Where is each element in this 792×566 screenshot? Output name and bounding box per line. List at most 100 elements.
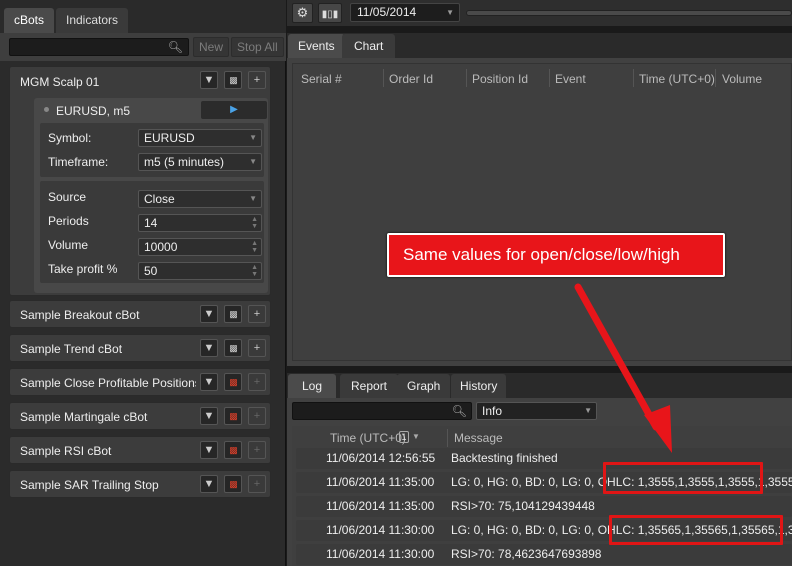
add-button[interactable]: + xyxy=(248,339,266,357)
chart-button[interactable]: ▮▯▮ xyxy=(318,3,342,23)
tab-events[interactable]: Events xyxy=(288,34,345,58)
param-take-profit-stepper[interactable]: 50 ▲ ▼ xyxy=(138,262,262,280)
stepper-arrows-icon[interactable]: ▲ ▼ xyxy=(251,240,258,254)
col-order-id[interactable]: Order Id xyxy=(389,72,433,86)
sort-desc-icon[interactable]: ▼ xyxy=(412,432,420,441)
col-position-id[interactable]: Position Id xyxy=(472,72,528,86)
log-time: 11/06/2014 12:56:55 xyxy=(326,451,436,465)
add-instance-button[interactable]: ▩ xyxy=(224,71,242,89)
add-button[interactable]: + xyxy=(248,407,266,425)
bot-name: Sample RSI cBot xyxy=(20,444,112,458)
param-source-select[interactable]: Close ▼ xyxy=(138,190,262,208)
build-icon: ▩ xyxy=(229,343,237,353)
build-button[interactable]: ▩ xyxy=(224,305,242,323)
play-icon: ▶ xyxy=(230,104,238,115)
build-button[interactable]: ▩ xyxy=(224,339,242,357)
bot-item-rsi[interactable]: Sample RSI cBot ▼ ▩ + xyxy=(9,436,271,464)
bot-item-sar-trailing[interactable]: Sample SAR Trailing Stop ▼ ▩ + xyxy=(9,470,271,498)
column-divider xyxy=(633,69,634,87)
chevron-down-icon: ▼ xyxy=(203,444,215,456)
bot-item-trend[interactable]: Sample Trend cBot ▼ ▩ + xyxy=(9,334,271,362)
param-periods-stepper[interactable]: 14 ▲ ▼ xyxy=(138,214,262,232)
dropdown-button[interactable]: ▼ xyxy=(200,373,218,391)
dropdown-button[interactable]: ▼ xyxy=(200,339,218,357)
column-divider xyxy=(715,69,716,87)
dropdown-button[interactable]: ▼ xyxy=(200,305,218,323)
param-periods-label: Periods xyxy=(48,214,89,228)
backtest-period-slider[interactable] xyxy=(466,10,792,16)
log-row[interactable]: 11/06/2014 11:30:00 RSI>70: 78,462364769… xyxy=(296,544,792,565)
dropdown-button[interactable]: ▼ xyxy=(200,441,218,459)
bot-item-martingale[interactable]: Sample Martingale cBot ▼ ▩ + xyxy=(9,402,271,430)
col-time[interactable]: Time (UTC+0) xyxy=(639,72,715,86)
add-button[interactable]: + xyxy=(248,71,266,89)
build-button[interactable]: ▩ xyxy=(224,407,242,425)
play-button[interactable]: ▶ xyxy=(201,101,267,119)
search-icon[interactable]: 🔍︎ xyxy=(452,404,467,418)
build-error-icon: ▩ xyxy=(229,445,237,455)
gear-icon: ⚙ xyxy=(296,5,309,20)
stepper-arrows-icon[interactable]: ▲ ▼ xyxy=(251,264,258,278)
search-icon[interactable]: 🔍︎ xyxy=(168,40,183,54)
col-serial[interactable]: Serial # xyxy=(301,72,342,86)
dropdown-button[interactable]: ▼ xyxy=(200,407,218,425)
column-divider xyxy=(447,429,448,447)
tab-chart[interactable]: Chart xyxy=(342,34,396,58)
add-button[interactable]: + xyxy=(248,475,266,493)
bot-name: Sample SAR Trailing Stop xyxy=(20,478,159,492)
tab-cbots[interactable]: cBots xyxy=(4,8,55,33)
tab-graph[interactable]: Graph xyxy=(397,374,451,398)
bot-name: Sample Trend cBot xyxy=(20,342,123,356)
highlight-box-ohlc-1 xyxy=(603,462,763,494)
log-time: 11/06/2014 11:35:00 xyxy=(326,499,435,513)
plus-icon: + xyxy=(253,444,261,456)
stepper-arrows-icon[interactable]: ▲ ▼ xyxy=(251,216,258,230)
instance-settings-group: Symbol: EURUSD ▼ Timeframe: m5 (5 minutes… xyxy=(40,123,264,177)
new-button[interactable]: New xyxy=(193,37,230,57)
build-icon: ▩ xyxy=(229,309,237,319)
start-date-select[interactable]: 11/05/2014 ▼ xyxy=(350,3,460,22)
build-button[interactable]: ▩ xyxy=(224,441,242,459)
annotation-callout: Same values for open/close/low/high xyxy=(387,233,725,277)
settings-button[interactable]: ⚙ xyxy=(292,3,313,23)
build-button[interactable]: ▩ xyxy=(224,373,242,391)
tab-report[interactable]: Report xyxy=(340,374,399,398)
bot-item-breakout[interactable]: Sample Breakout cBot ▼ ▩ + xyxy=(9,300,271,328)
log-time: 11/06/2014 11:30:00 xyxy=(326,547,435,561)
stop-all-button[interactable]: Stop All xyxy=(231,37,284,57)
chevron-down-icon: ▼ xyxy=(249,194,257,203)
build-button[interactable]: ▩ xyxy=(224,475,242,493)
param-volume-label: Volume xyxy=(48,238,89,252)
highlight-box-ohlc-2 xyxy=(609,515,783,545)
dropdown-button[interactable]: ▼ xyxy=(200,71,218,89)
plus-icon: + xyxy=(253,308,261,320)
col-log-time[interactable]: Time (UTC+0) xyxy=(330,431,406,445)
col-volume[interactable]: Volume xyxy=(722,72,762,86)
bot-item-close-profitable[interactable]: Sample Close Profitable Positions… ▼ ▩ + xyxy=(9,368,271,396)
tab-indicators[interactable]: Indicators xyxy=(56,8,129,33)
log-time: 11/06/2014 11:30:00 xyxy=(326,523,435,537)
timeframe-select[interactable]: m5 (5 minutes) ▼ xyxy=(138,153,262,171)
add-button[interactable]: + xyxy=(248,441,266,459)
chevron-down-icon: ▼ xyxy=(446,8,454,17)
add-button[interactable]: + xyxy=(248,373,266,391)
log-search-input[interactable]: 🔍︎ xyxy=(292,402,472,420)
log-row[interactable]: 11/06/2014 11:35:00 RSI>70: 75,104129439… xyxy=(296,496,792,517)
dropdown-button[interactable]: ▼ xyxy=(200,475,218,493)
tab-history[interactable]: History xyxy=(451,374,507,398)
bot-item-mgm-scalp[interactable]: MGM Scalp 01 ▼ ▩ + EURUSD, m5 ▶ Symbol: … xyxy=(9,66,271,296)
timeframe-label: Timeframe: xyxy=(48,155,109,169)
col-log-message[interactable]: Message xyxy=(454,431,503,445)
cbots-panel: cBots Indicators 🔍︎ New Stop All MGM Sca… xyxy=(0,0,286,566)
col-event[interactable]: Event xyxy=(555,72,586,86)
symbol-select[interactable]: EURUSD ▼ xyxy=(138,129,262,147)
column-divider xyxy=(466,69,467,87)
tab-log[interactable]: Log xyxy=(288,374,337,398)
plus-icon: + xyxy=(253,410,261,422)
search-input[interactable]: 🔍︎ xyxy=(9,38,189,56)
events-tab-bar: Events Chart xyxy=(287,33,792,58)
chevron-down-icon: ▼ xyxy=(203,342,215,354)
plus-icon: + xyxy=(253,74,261,86)
add-button[interactable]: + xyxy=(248,305,266,323)
param-volume-stepper[interactable]: 10000 ▲ ▼ xyxy=(138,238,262,256)
